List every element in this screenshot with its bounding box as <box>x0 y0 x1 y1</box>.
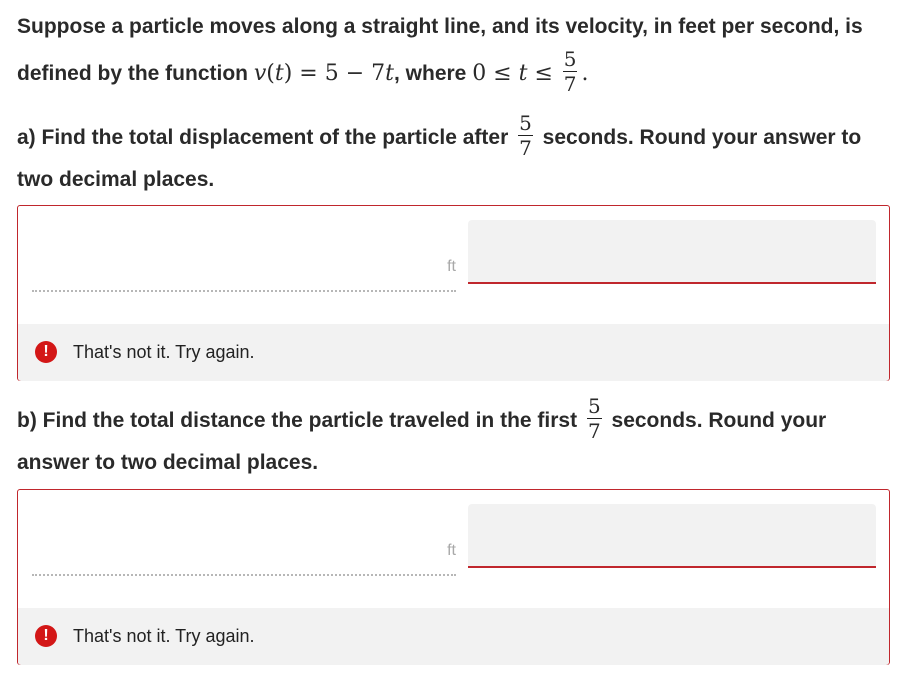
error-icon: ! <box>35 341 57 363</box>
part-b-line-2: answer to two decimal places. <box>17 444 890 482</box>
domain-expression: 0 ≤ t ≤ <box>472 61 553 87</box>
intro-text-3: , where <box>393 62 467 86</box>
problem-statement: Suppose a particle moves along a straigh… <box>17 8 890 97</box>
intro-line-2: defined by the function v(t) = 5 − 7t, w… <box>17 47 890 97</box>
part-a-feedback: ! That's not it. Try again. <box>18 324 889 381</box>
velocity-function: v(t) = 5 − 7t <box>253 61 394 87</box>
part-a-answer-input[interactable] <box>468 220 876 284</box>
fraction-five-sevenths: 57 <box>518 111 533 160</box>
part-b-line-1: b) Find the total distance the particle … <box>17 394 890 444</box>
part-a-question: a) Find the total displacement of the pa… <box>17 111 890 199</box>
part-b-answer-input[interactable] <box>468 504 876 568</box>
part-a-line-1: a) Find the total displacement of the pa… <box>17 111 890 161</box>
part-b-answer-box: ft ! That's not it. Try again. <box>17 489 890 665</box>
part-b-feedback: ! That's not it. Try again. <box>18 608 889 665</box>
unit-label: ft <box>447 542 456 559</box>
feedback-message: That's not it. Try again. <box>73 626 255 646</box>
part-b-text-3: answer to two decimal places. <box>17 451 319 474</box>
error-icon: ! <box>35 625 57 647</box>
unit-area: ft <box>32 490 456 580</box>
unit-area: ft <box>32 206 456 296</box>
unit-label: ft <box>447 258 456 275</box>
intro-text-2: defined by the function <box>17 62 248 86</box>
part-a-answer-box: ft ! That's not it. Try again. <box>17 205 890 381</box>
period: . <box>581 61 589 87</box>
part-b-text-1: b) Find the total distance the particle … <box>17 409 578 433</box>
fraction-five-sevenths: 57 <box>562 47 578 96</box>
feedback-message: That's not it. Try again. <box>73 342 255 362</box>
part-a-text-2: seconds. Round your answer to <box>542 126 862 150</box>
part-b-text-2: seconds. Round your <box>611 409 827 433</box>
intro-line-1: Suppose a particle moves along a straigh… <box>17 8 890 46</box>
part-a-line-2: two decimal places. <box>17 161 890 199</box>
dotted-underline <box>32 574 456 576</box>
part-a-text-1: a) Find the total displacement of the pa… <box>17 126 509 150</box>
part-b-question: b) Find the total distance the particle … <box>17 394 890 482</box>
dotted-underline <box>32 290 456 292</box>
intro-text-1: Suppose a particle moves along a straigh… <box>17 15 863 38</box>
part-a-text-3: two decimal places. <box>17 168 215 191</box>
fraction-five-sevenths: 57 <box>586 394 602 443</box>
